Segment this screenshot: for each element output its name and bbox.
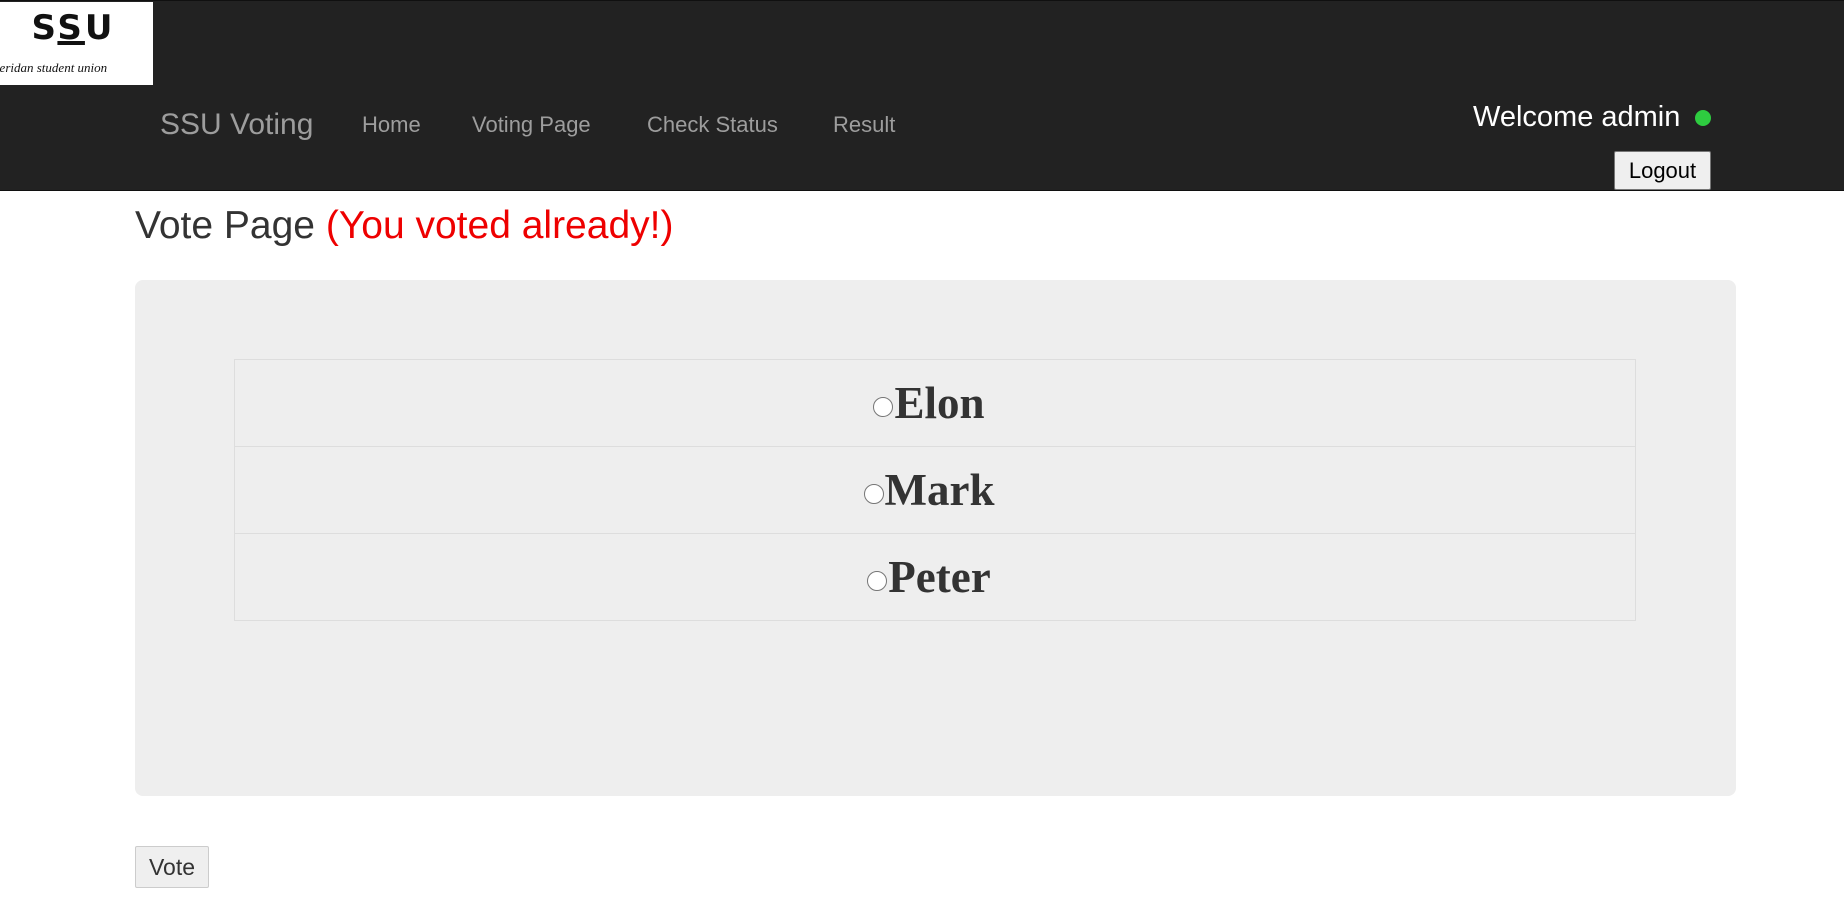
vote-button[interactable]: Vote [135,846,209,888]
candidate-cell: Elon [234,359,1636,447]
page-title: Vote Page (You voted already!) [135,203,673,249]
nav-voting-page[interactable]: Voting Page [472,112,591,138]
table-row: Elon [234,359,1636,447]
nav-result[interactable]: Result [833,112,895,138]
logo-subtitle: sheridan student union [0,60,108,75]
page-title-text: Vote Page [135,204,315,247]
online-status-icon [1695,110,1711,126]
welcome-text: Welcome admin [1473,101,1681,133]
candidates-table: Elon Mark Peter [234,359,1636,621]
table-row: Mark [234,446,1636,534]
nav-home[interactable]: Home [362,112,421,138]
logo-mark: SSU [31,8,116,48]
candidate-radio-peter[interactable] [867,571,888,591]
already-voted-warning: (You voted already!) [325,204,674,247]
candidate-name: Peter [888,552,991,602]
candidate-name: Elon [894,378,985,428]
candidate-name: Mark [884,465,995,515]
candidate-radio-mark[interactable] [863,484,884,504]
nav-check-status[interactable]: Check Status [647,112,778,138]
ssu-logo: SSU sheridan student union [0,2,153,85]
brand-link[interactable]: SSU Voting [160,107,313,143]
logout-button[interactable]: Logout [1614,151,1711,190]
table-row: Peter [234,533,1636,621]
candidate-cell: Mark [234,446,1636,534]
candidate-radio-elon[interactable] [873,397,894,417]
top-navbar: SSU sheridan student union SSU Voting Ho… [0,0,1844,191]
candidate-cell: Peter [234,533,1636,621]
